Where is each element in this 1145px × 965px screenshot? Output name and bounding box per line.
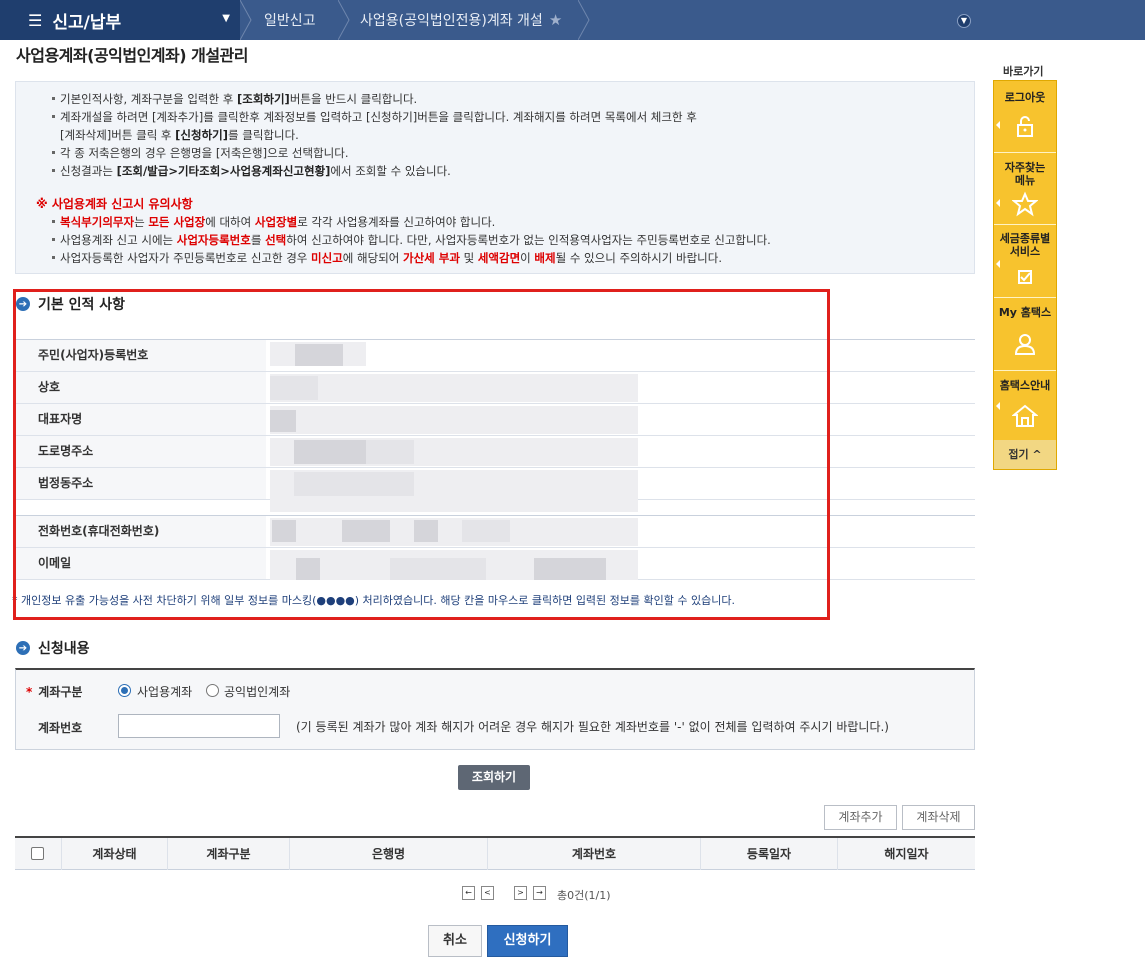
- notice-line: 계좌개설을 하려면 [계좌추가]를 클릭한후 계좌정보를 입력하고 [신청하기]…: [60, 110, 697, 124]
- account-type-label: * 계좌구분: [26, 685, 83, 699]
- radio-public-label[interactable]: 공익법인계좌: [224, 683, 290, 700]
- account-number-help: (기 등록된 계좌가 많아 계좌 해지가 어려운 경우 해지가 필요한 계좌번호…: [296, 720, 889, 734]
- quick-menu-collapse[interactable]: 접기 ^: [994, 440, 1056, 469]
- quick-my-hometax[interactable]: My 홈택스: [994, 306, 1056, 319]
- bullet: [52, 169, 55, 172]
- submit-button[interactable]: 신청하기: [487, 925, 568, 957]
- breadcrumb-separator: [578, 0, 590, 40]
- field-label: 상호: [16, 372, 266, 403]
- checkbox-icon: [1018, 270, 1032, 284]
- notice-line: [계좌삭제]버튼 클릭 후 [신청하기]를 클릭합니다.: [60, 128, 299, 142]
- arrow-right-icon: ➔: [16, 297, 30, 311]
- quick-menu-title: 바로가기: [1003, 65, 1044, 78]
- search-button[interactable]: 조회하기: [458, 765, 530, 790]
- field-label: 대표자명: [16, 404, 266, 435]
- chevron-down-icon[interactable]: ▼: [957, 14, 971, 28]
- last-page-button[interactable]: →: [533, 886, 546, 900]
- breadcrumb-item-general-report[interactable]: 일반신고: [264, 0, 316, 40]
- account-number-label: 계좌번호: [38, 721, 83, 735]
- unlock-icon: [1017, 116, 1033, 137]
- column-header: 해지일자: [884, 847, 929, 861]
- quick-favorites[interactable]: 자주찾는 메뉴: [994, 161, 1056, 187]
- divider: [994, 370, 1056, 371]
- triangle-down-icon: ▼: [222, 13, 230, 24]
- bullet: [52, 238, 55, 241]
- next-page-button[interactable]: >: [514, 886, 527, 900]
- notice-line: 신청결과는 [조회/발급>기타조회>사업용계좌신고현황]에서 조회할 수 있습니…: [60, 164, 451, 178]
- page-count: 총0건(1/1): [557, 889, 611, 902]
- house-icon: [1012, 404, 1038, 427]
- breadcrumb-separator: [240, 0, 252, 40]
- bullet: [52, 151, 55, 154]
- star-icon[interactable]: ★: [549, 11, 562, 29]
- divider: [994, 152, 1056, 153]
- quick-hometax-guide[interactable]: 홈택스안내: [994, 379, 1056, 392]
- tick-left-icon: [996, 402, 1000, 410]
- warning-line: 복식부기의무자는 모든 사업장에 대하여 사업장별로 각각 사업용계좌를 신고하…: [60, 215, 496, 229]
- select-all-checkbox[interactable]: [31, 847, 44, 860]
- warning-title: ※ 사업용계좌 신고시 유의사항: [36, 197, 193, 211]
- notice-line: 기본인적사항, 계좌구분을 입력한 후 [조회하기]버튼을 반드시 클릭합니다.: [60, 92, 418, 106]
- notice-line: 각 종 저축은행의 경우 은행명을 [저축은행]으로 선택합니다.: [60, 146, 349, 160]
- delete-account-button[interactable]: 계좌삭제: [902, 805, 975, 830]
- column-header: 계좌구분: [168, 838, 290, 870]
- field-label: 이메일: [16, 548, 266, 579]
- arrow-right-icon: ➔: [16, 641, 30, 655]
- quick-menu: 로그아웃 자주찾는 메뉴 세금종류별 서비스 My 홈택스 홈택스안내 접기 ^: [993, 80, 1057, 470]
- prev-page-button[interactable]: <: [481, 886, 494, 900]
- breadcrumb-item-account-open[interactable]: 사업용(공익법인전용)계좌 개설 ★: [360, 0, 562, 40]
- breadcrumb-label: 사업용(공익법인전용)계좌 개설: [360, 13, 543, 29]
- tick-left-icon: [996, 199, 1000, 207]
- column-header: 은행명: [290, 838, 488, 870]
- section-title-apply: ➔ 신청내용: [16, 638, 90, 658]
- bullet: [52, 256, 55, 259]
- column-header: 계좌번호: [488, 838, 701, 870]
- radio-public-account[interactable]: [206, 684, 219, 697]
- divider: [994, 224, 1056, 225]
- page-title: 사업용계좌(공익법인계좌) 개설관리: [16, 46, 249, 65]
- section-title-basic-info: ➔ 기본 인적 사항: [16, 294, 125, 314]
- star-outline-icon: [1012, 191, 1038, 217]
- field-label: 도로명주소: [16, 436, 266, 467]
- top-navigation-bar: ☰ 신고/납부 ▼ 일반신고 사업용(공익법인전용)계좌 개설 ★ ▼: [0, 0, 1145, 40]
- breadcrumb-separator: [338, 0, 350, 40]
- field-label: 법정동주소: [16, 468, 266, 499]
- quick-logout[interactable]: 로그아웃: [994, 91, 1056, 104]
- bullet: [52, 97, 55, 100]
- bullet: [52, 115, 55, 118]
- divider: [994, 297, 1056, 298]
- quick-tax-type-service[interactable]: 세금종류별 서비스: [994, 232, 1056, 258]
- field-label: 전화번호(휴대전화번호): [16, 516, 266, 547]
- table-header: 계좌상태 계좌구분 은행명 계좌번호 등록일자 해지일자: [15, 836, 975, 870]
- radio-business-account[interactable]: [118, 684, 131, 697]
- radio-business-label[interactable]: 사업용계좌: [137, 683, 192, 700]
- notice-box: 기본인적사항, 계좌구분을 입력한 후 [조회하기]버튼을 반드시 클릭합니다.…: [15, 81, 975, 274]
- add-account-button[interactable]: 계좌추가: [824, 805, 897, 830]
- cancel-button[interactable]: 취소: [428, 925, 482, 957]
- column-header: 등록일자: [701, 838, 838, 870]
- menu-title: 신고/납부: [52, 12, 122, 33]
- account-number-input[interactable]: [118, 714, 280, 738]
- column-header: 계좌상태: [62, 838, 168, 870]
- field-label: 주민(사업자)등록번호: [16, 340, 266, 371]
- user-icon: [1014, 334, 1036, 355]
- masking-notice: * 개인정보 유출 가능성을 사전 차단하기 위해 일부 정보를 마스킹(●●●…: [12, 594, 735, 607]
- menu-dropdown[interactable]: ☰ 신고/납부 ▼: [0, 0, 240, 40]
- warning-line: 사업자등록한 사업자가 주민등록번호로 신고한 경우 미신고에 해당되어 가산세…: [60, 251, 722, 265]
- hamburger-icon: ☰: [28, 10, 43, 30]
- tick-left-icon: [996, 260, 1000, 268]
- first-page-button[interactable]: ←: [462, 886, 475, 900]
- warning-line: 사업용계좌 신고 시에는 사업자등록번호를 선택하여 신고하여야 합니다. 다만…: [60, 233, 771, 247]
- breadcrumb-label: 일반신고: [264, 13, 316, 29]
- bullet: [52, 220, 55, 223]
- required-mark: *: [26, 685, 33, 699]
- tick-left-icon: [996, 121, 1000, 129]
- info-row-regno: 주민(사업자)등록번호: [16, 340, 975, 372]
